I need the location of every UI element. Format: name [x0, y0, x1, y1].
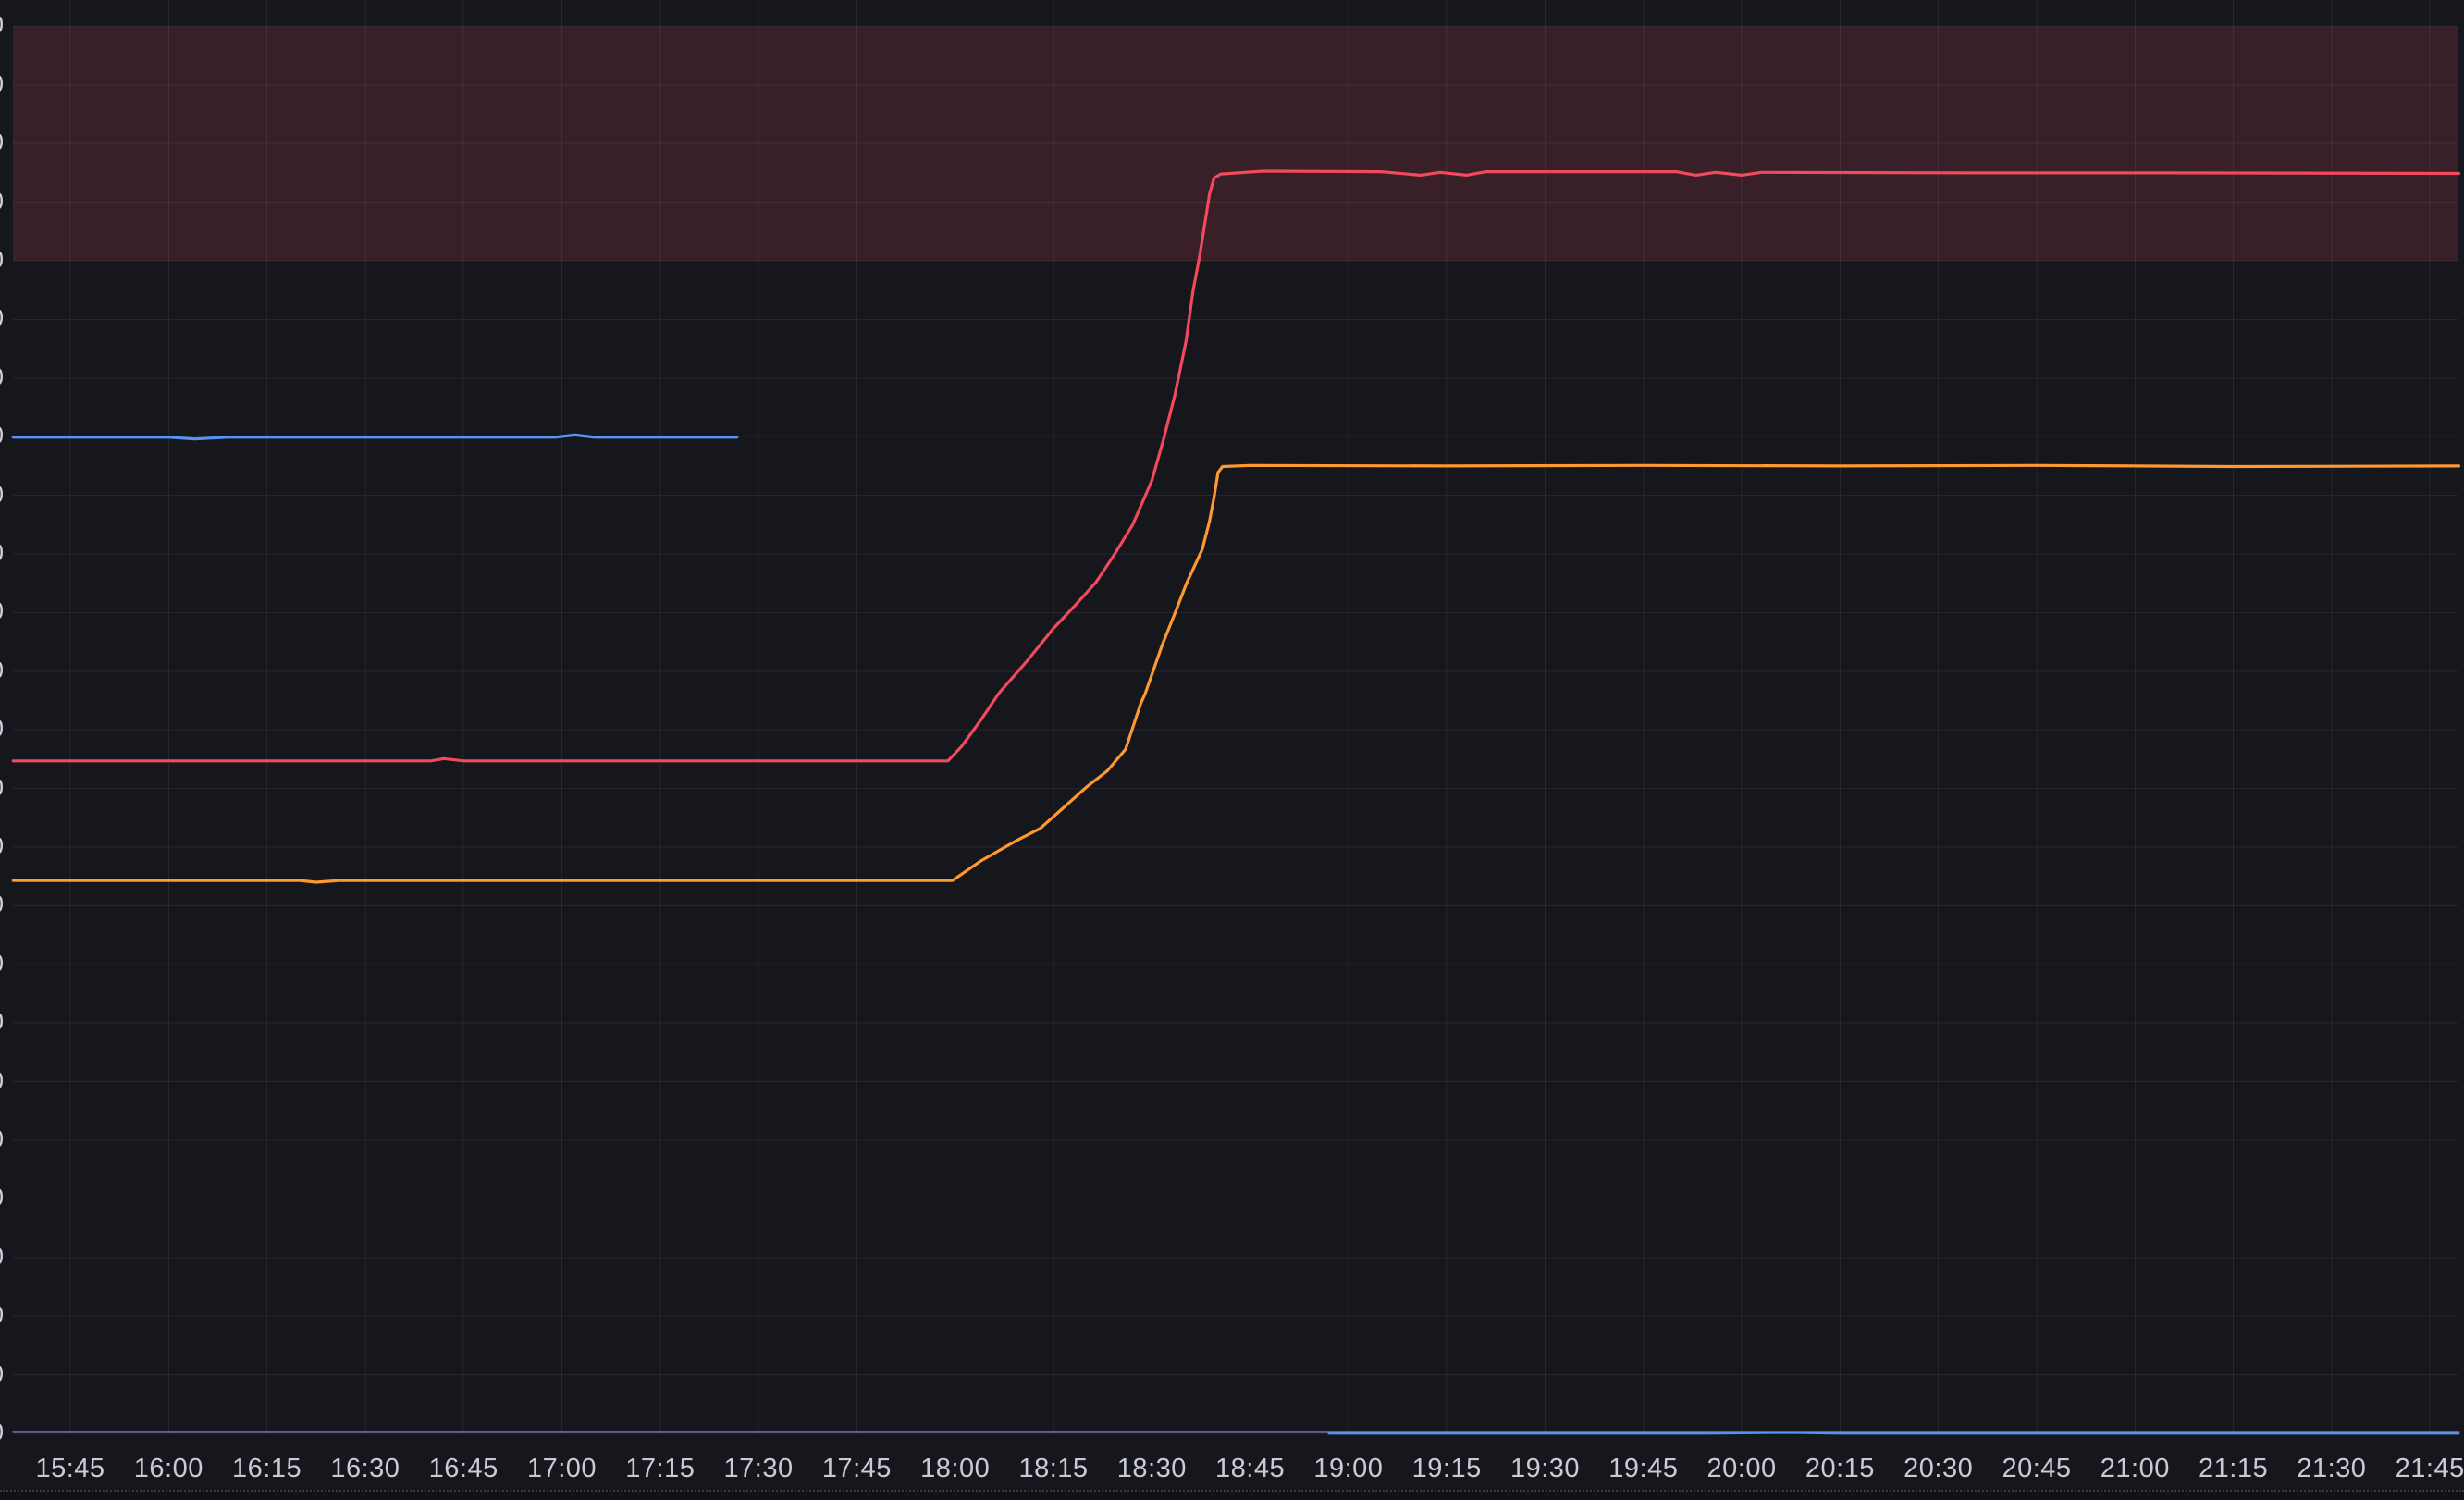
grafana-timeseries-panel: 0 0 0 0 0 0 0 0 0 0 0 0 0 0 0 0 0 0 0 0 0 0 0 0 0 15:45 16:00 16:1… — [0, 0, 2464, 1500]
y-axis-tick-label: 0 — [0, 128, 4, 156]
x-axis-tick-label: 18:45 — [1215, 1454, 1285, 1484]
y-axis-tick-label: 0 — [0, 773, 4, 802]
y-axis-tick-label: 0 — [0, 363, 4, 391]
x-axis-tick-label: 17:00 — [527, 1454, 597, 1484]
y-axis-tick-label: 0 — [0, 1007, 4, 1036]
y-axis-tick-label: 0 — [0, 245, 4, 274]
x-axis-tick-label: 16:15 — [232, 1454, 302, 1484]
timeseries-chart[interactable] — [0, 0, 2464, 1500]
y-axis-tick-label: 0 — [0, 69, 4, 98]
y-axis-tick-label: 0 — [0, 538, 4, 567]
x-axis-tick-label: 19:45 — [1608, 1454, 1678, 1484]
x-axis-tick-label: 18:15 — [1018, 1454, 1088, 1484]
x-axis-tick-label: 18:30 — [1117, 1454, 1187, 1484]
x-axis-tick-label: 20:30 — [1903, 1454, 1973, 1484]
x-axis-tick-label: 16:45 — [429, 1454, 499, 1484]
y-axis-tick-label: 0 — [0, 1066, 4, 1095]
y-axis-tick-label: 0 — [0, 1184, 4, 1212]
y-axis-tick-label: 0 — [0, 597, 4, 626]
x-axis-tick-label: 21:30 — [2297, 1454, 2366, 1484]
x-axis-tick-label: 17:45 — [822, 1454, 892, 1484]
x-axis-tick-label: 19:30 — [1510, 1454, 1580, 1484]
x-axis-tick-label: 20:45 — [2002, 1454, 2071, 1484]
x-axis-tick-label: 16:30 — [330, 1454, 400, 1484]
y-axis-tick-label: 0 — [0, 1300, 4, 1329]
y-axis-tick-label: 0 — [0, 187, 4, 215]
x-axis-tick-label: 17:30 — [724, 1454, 794, 1484]
x-axis-tick-label: 21:00 — [2101, 1454, 2170, 1484]
series-blue-line[interactable] — [13, 435, 736, 438]
y-axis-tick-label: 0 — [0, 1359, 4, 1388]
series-orange-line[interactable] — [13, 465, 2458, 882]
y-axis-tick-label: 0 — [0, 304, 4, 333]
x-axis-tick-label: 15:45 — [35, 1454, 105, 1484]
y-axis-tick-label: 0 — [0, 656, 4, 684]
x-axis-tick-label: 19:00 — [1313, 1454, 1383, 1484]
y-axis-tick-label: 0 — [0, 949, 4, 977]
panel-bottom-edge — [0, 1490, 2464, 1500]
x-axis-tick-label: 20:15 — [1805, 1454, 1875, 1484]
y-axis-tick-label: 0 — [0, 1125, 4, 1153]
y-axis-tick-label: 0 — [0, 11, 4, 40]
y-axis-tick-label: 0 — [0, 421, 4, 449]
x-axis-tick-label: 21:15 — [2199, 1454, 2268, 1484]
x-axis-tick-label: 20:00 — [1707, 1454, 1777, 1484]
x-axis-tick-label: 16:00 — [134, 1454, 203, 1484]
y-axis-tick-label: 0 — [0, 1418, 4, 1446]
series-blue-baseline-line[interactable] — [1329, 1432, 2459, 1433]
y-axis-tick-label: 0 — [0, 1242, 4, 1271]
x-axis-tick-label: 21:45 — [2396, 1454, 2464, 1484]
y-axis-tick-label: 0 — [0, 714, 4, 743]
x-axis-tick-label: 19:15 — [1412, 1454, 1482, 1484]
y-axis-tick-label: 0 — [0, 891, 4, 919]
y-axis-tick-label: 0 — [0, 831, 4, 860]
y-axis-tick-label: 0 — [0, 480, 4, 509]
x-axis-tick-label: 17:15 — [625, 1454, 695, 1484]
x-axis-tick-label: 18:00 — [920, 1454, 990, 1484]
